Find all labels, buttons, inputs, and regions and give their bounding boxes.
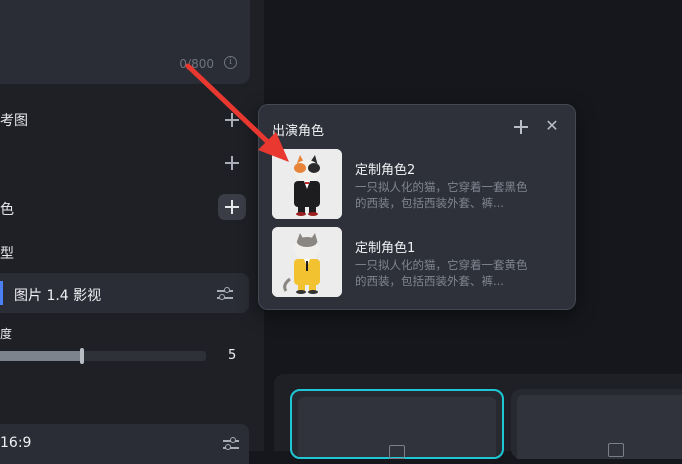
annotation-arrow (185, 63, 289, 162)
